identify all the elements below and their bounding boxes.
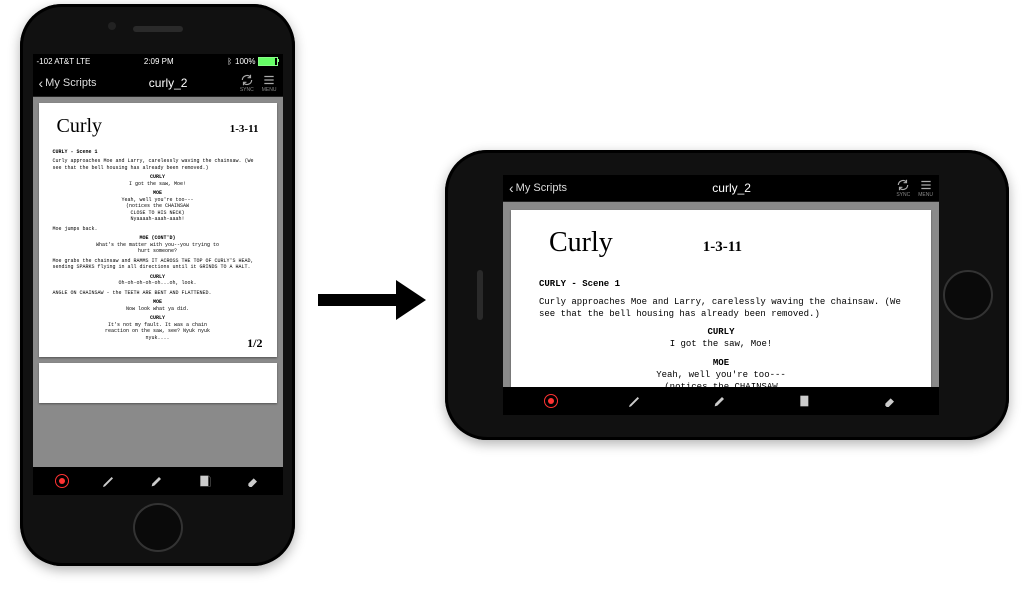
dial-1-landscape: I got the saw, Moe! <box>619 338 823 350</box>
home-button-landscape[interactable] <box>943 270 993 320</box>
back-button-landscape[interactable]: ‹ My Scripts <box>509 181 567 195</box>
menu-button-landscape[interactable]: MENU <box>918 178 933 198</box>
action-4: ANGLE ON CHAINSAW - the TEETH ARE BENT A… <box>53 290 263 297</box>
scene-slug: CURLY - Scene 1 <box>53 149 263 156</box>
action-2: Moe jumps back. <box>53 226 263 233</box>
chevron-left-icon: ‹ <box>39 76 44 90</box>
bottom-toolbar-landscape <box>503 387 939 415</box>
char-1: CURLY <box>53 174 263 181</box>
document-viewport-landscape[interactable]: Curly 1-3-11 CURLY - Scene 1 Curly appro… <box>503 202 939 387</box>
dial-3: What's the matter with you--you trying t… <box>95 242 221 255</box>
char-3: MOE (CONT'D) <box>53 235 263 242</box>
paren-2a-landscape: (notices the CHAINSAW <box>634 381 809 387</box>
back-button[interactable]: ‹ My Scripts <box>39 76 97 90</box>
screen-portrait: -102 AT&T LTE 2:09 PM ᛒ 100% ‹ My Script… <box>33 54 283 495</box>
screen-landscape: ‹ My Scripts curly_2 SYNC MENU Curly 1-3 <box>503 175 939 415</box>
dial-1: I got the saw, Moe! <box>95 181 221 188</box>
phone-portrait: -102 AT&T LTE 2:09 PM ᛒ 100% ‹ My Script… <box>20 4 295 566</box>
battery-icon <box>258 57 278 66</box>
bottom-toolbar <box>33 467 283 495</box>
handwritten-title-landscape: Curly <box>549 224 613 262</box>
char-1-landscape: CURLY <box>539 326 903 338</box>
menu-icon <box>919 178 933 192</box>
phone-landscape: ‹ My Scripts curly_2 SYNC MENU Curly 1-3 <box>445 150 1009 440</box>
script-page-1-landscape[interactable]: Curly 1-3-11 CURLY - Scene 1 Curly appro… <box>511 210 931 387</box>
dial-2b: Nyaaaah-aaah-aaah! <box>95 216 221 223</box>
document-viewport[interactable]: Curly 1-3-11 CURLY - Scene 1 Curly appro… <box>33 97 283 467</box>
chevron-left-icon: ‹ <box>509 181 514 195</box>
sync-button[interactable]: SYNC <box>240 73 254 93</box>
nav-title: curly_2 <box>149 76 188 90</box>
record-button[interactable] <box>55 474 69 488</box>
nav-bar-landscape: ‹ My Scripts curly_2 SYNC MENU <box>503 175 939 202</box>
dial-5: Now look what ya did. <box>95 306 221 313</box>
rotation-arrow <box>318 280 428 320</box>
eraser-tool-icon[interactable] <box>245 473 261 489</box>
scene-slug-landscape: CURLY - Scene 1 <box>539 278 903 290</box>
speaker-grille <box>133 26 183 32</box>
char-2: MOE <box>53 190 263 197</box>
action-1: Curly approaches Moe and Larry, careless… <box>53 158 263 171</box>
highlighter-tool-icon[interactable] <box>149 473 165 489</box>
nav-title-landscape: curly_2 <box>712 181 751 195</box>
front-camera <box>108 22 116 30</box>
carrier-text: -102 AT&T LTE <box>37 57 91 66</box>
back-label: My Scripts <box>45 77 96 89</box>
char-5: MOE <box>53 299 263 306</box>
action-1-landscape: Curly approaches Moe and Larry, careless… <box>539 296 903 320</box>
dial-2-landscape: Yeah, well you're too--- <box>619 369 823 381</box>
highlighter-tool-icon[interactable] <box>712 393 728 409</box>
page-number: 1/2 <box>247 336 262 352</box>
script-page-2-peek[interactable] <box>39 363 277 403</box>
eraser-tool-icon[interactable] <box>882 393 898 409</box>
char-2-landscape: MOE <box>539 357 903 369</box>
record-button-landscape[interactable] <box>544 394 558 408</box>
dial-6: It's not my fault. It was a chain reacti… <box>95 322 221 342</box>
home-button[interactable] <box>133 503 183 552</box>
action-3: Moe grabs the chainsaw and RAMMS IT ACRO… <box>53 258 263 271</box>
clock-text: 2:09 PM <box>144 57 174 66</box>
pen-tool-icon[interactable] <box>101 473 117 489</box>
handwritten-date-landscape: 1-3-11 <box>703 237 742 257</box>
handwritten-date: 1-3-11 <box>230 122 259 136</box>
dial-4: Oh-oh-oh-oh-oh...oh, look. <box>95 280 221 287</box>
back-label-landscape: My Scripts <box>516 182 567 194</box>
note-tool-icon[interactable] <box>797 393 813 409</box>
speaker-grille-landscape <box>477 270 483 320</box>
sync-icon <box>896 178 910 192</box>
nav-bar: ‹ My Scripts curly_2 SYNC MENU <box>33 70 283 97</box>
script-page-1[interactable]: Curly 1-3-11 CURLY - Scene 1 Curly appro… <box>39 103 277 358</box>
status-bar: -102 AT&T LTE 2:09 PM ᛒ 100% <box>33 54 283 70</box>
battery-pct: 100% <box>235 57 255 66</box>
pen-tool-icon[interactable] <box>627 393 643 409</box>
handwritten-title: Curly <box>57 113 103 139</box>
bluetooth-icon: ᛒ <box>227 57 232 66</box>
menu-button[interactable]: MENU <box>262 73 277 93</box>
note-tool-icon[interactable] <box>197 473 213 489</box>
char-6: CURLY <box>53 315 263 322</box>
sync-icon <box>240 73 254 87</box>
sync-button-landscape[interactable]: SYNC <box>896 178 910 198</box>
menu-icon <box>262 73 276 87</box>
